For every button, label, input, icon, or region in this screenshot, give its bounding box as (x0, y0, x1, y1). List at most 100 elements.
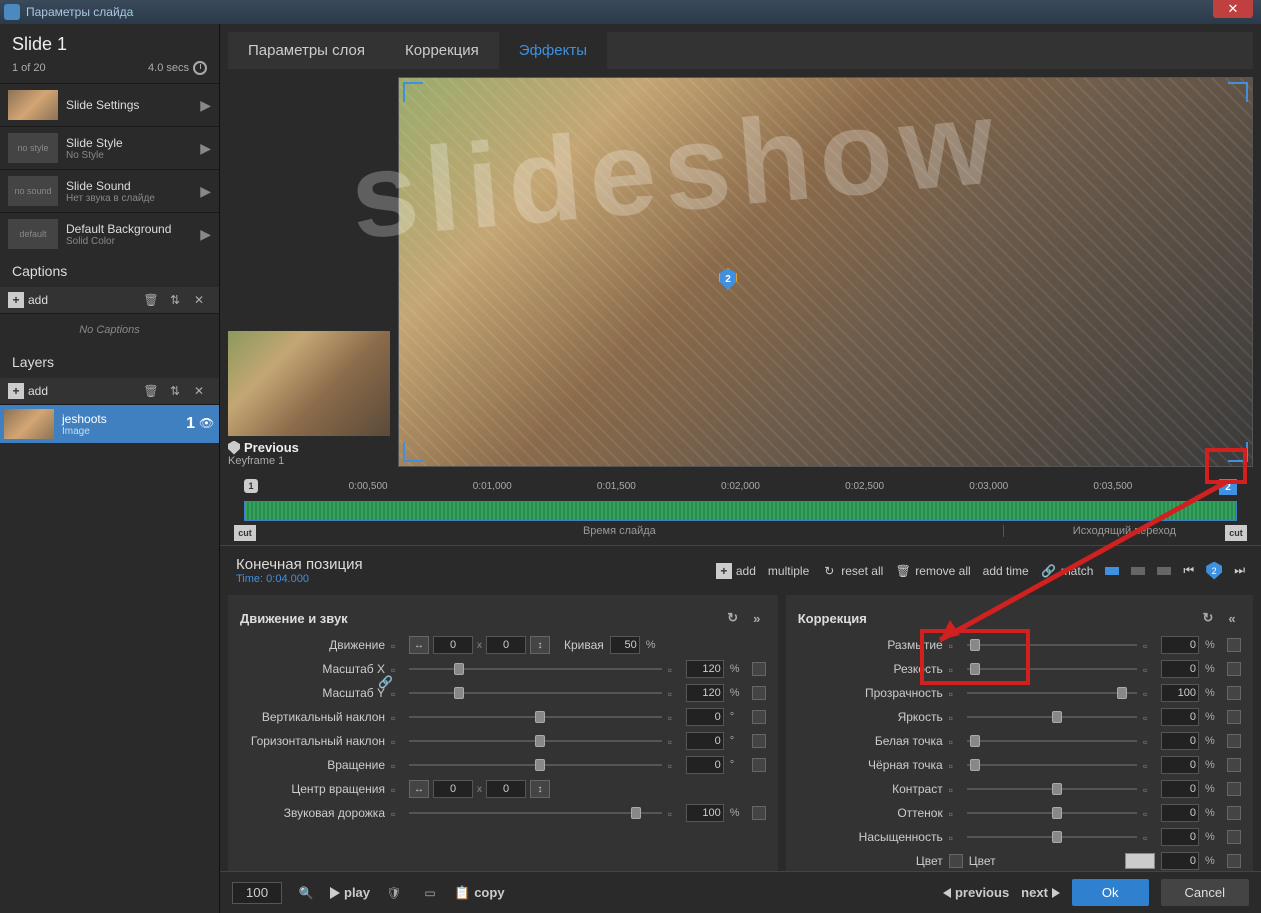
shield-icon[interactable]: 🛡 (385, 884, 403, 902)
move-v-icon[interactable]: ↕ (530, 780, 550, 798)
remove-all-button[interactable]: 🗑remove all (895, 563, 970, 579)
black-slider[interactable] (967, 757, 1137, 773)
trash-icon[interactable]: 🗑 (142, 382, 160, 400)
checkbox[interactable] (752, 662, 766, 676)
white-input[interactable] (1161, 732, 1199, 750)
segment-2[interactable] (1131, 567, 1145, 575)
cut-out-marker[interactable]: cut (1225, 525, 1247, 541)
color-input[interactable] (1161, 852, 1199, 870)
add-caption-button[interactable]: +add (8, 292, 48, 308)
segment-3[interactable] (1157, 567, 1171, 575)
sharpness-slider[interactable] (967, 661, 1137, 677)
saturation-input[interactable] (1161, 828, 1199, 846)
opacity-slider[interactable] (967, 685, 1137, 701)
brightness-slider[interactable] (967, 709, 1137, 725)
keyframe-thumb[interactable] (228, 331, 390, 436)
background-row[interactable]: default Default BackgroundSolid Color ▶ (0, 212, 219, 255)
ok-button[interactable]: Ok (1072, 879, 1149, 906)
start-marker[interactable]: 1 (244, 479, 258, 493)
tilt-v-input[interactable] (686, 708, 724, 726)
trash-icon[interactable]: 🗑 (142, 291, 160, 309)
slide-settings-row[interactable]: Slide Settings ▶ (0, 83, 219, 126)
copy-button[interactable]: 📋copy (454, 885, 505, 901)
checkbox[interactable] (752, 734, 766, 748)
slide-style-row[interactable]: no style Slide StyleNo Style ▶ (0, 126, 219, 169)
add-time-button[interactable]: add time (983, 564, 1029, 578)
audio-slider[interactable] (409, 805, 662, 821)
sort-icon[interactable]: ⇅ (166, 382, 184, 400)
scale-x-slider[interactable] (409, 661, 662, 677)
eye-icon[interactable]: 👁 (199, 416, 215, 432)
screen-icon[interactable]: ▭ (421, 884, 439, 902)
timeline-ruler[interactable]: 1 0:00,500 0:01,000 0:01,500 0:02,000 0:… (244, 483, 1237, 501)
next-kf-button[interactable]: ⏭ (1234, 563, 1245, 578)
checkbox[interactable] (752, 758, 766, 772)
lock-icon[interactable]: ▫ (668, 807, 680, 819)
collapse-icon[interactable]: « (1223, 609, 1241, 627)
movement-y-input[interactable] (486, 636, 526, 654)
lock-icon[interactable]: ▫ (668, 687, 680, 699)
zoom-input[interactable] (232, 882, 282, 904)
tab-effects[interactable]: Эффекты (499, 32, 607, 69)
refresh-icon[interactable]: ↻ (1199, 609, 1217, 627)
contrast-input[interactable] (1161, 780, 1199, 798)
tilt-h-slider[interactable] (409, 733, 662, 749)
lock-icon[interactable]: ▫ (668, 711, 680, 723)
color-chip[interactable] (1125, 853, 1155, 869)
match-button[interactable]: 🔗match (1041, 563, 1094, 579)
center-y-input[interactable] (486, 780, 526, 798)
checkbox[interactable] (752, 686, 766, 700)
lock-icon[interactable]: ▫ (391, 711, 403, 723)
segment-1[interactable] (1105, 567, 1119, 575)
play-button[interactable]: play (330, 885, 370, 900)
tilt-v-slider[interactable] (409, 709, 662, 725)
black-input[interactable] (1161, 756, 1199, 774)
preview-canvas[interactable]: 2 (398, 77, 1253, 467)
previous-button[interactable]: previous (943, 885, 1009, 900)
curve-input[interactable] (610, 636, 640, 654)
rotation-slider[interactable] (409, 757, 662, 773)
saturation-slider[interactable] (967, 829, 1137, 845)
end-marker[interactable]: 2 (1219, 479, 1237, 495)
prev-kf-button[interactable]: ⏮ (1183, 563, 1194, 578)
link-icon[interactable]: 🔗 (378, 675, 394, 691)
hue-slider[interactable] (967, 805, 1137, 821)
movement-x-input[interactable] (433, 636, 473, 654)
checkbox[interactable] (752, 806, 766, 820)
timeline-track[interactable] (244, 501, 1237, 521)
search-icon[interactable]: 🔍 (297, 884, 315, 902)
lock-icon[interactable]: ▫ (668, 735, 680, 747)
lock-icon[interactable]: ▫ (391, 663, 403, 675)
tilt-h-input[interactable] (686, 732, 724, 750)
lock-icon[interactable]: ▫ (391, 783, 403, 795)
cut-in-marker[interactable]: cut (234, 525, 256, 541)
sort-icon[interactable]: ⇅ (166, 291, 184, 309)
move-h-icon[interactable]: ↔ (409, 636, 429, 654)
multiple-button[interactable]: multiple (768, 564, 809, 578)
brightness-input[interactable] (1161, 708, 1199, 726)
scale-x-input[interactable] (686, 660, 724, 678)
layer-row[interactable]: jeshootsImage 1 👁 (0, 405, 219, 443)
add-layer-button[interactable]: +add (8, 383, 48, 399)
hue-input[interactable] (1161, 804, 1199, 822)
blur-input[interactable] (1161, 636, 1199, 654)
sharpness-input[interactable] (1161, 660, 1199, 678)
tab-layer-params[interactable]: Параметры слоя (228, 32, 385, 69)
add-keyframe-button[interactable]: +add (716, 563, 756, 579)
white-slider[interactable] (967, 733, 1137, 749)
lock-icon[interactable]: ▫ (668, 759, 680, 771)
contrast-slider[interactable] (967, 781, 1137, 797)
blur-slider[interactable] (967, 637, 1137, 653)
tools-icon[interactable]: ✕ (190, 382, 208, 400)
opacity-input[interactable] (1161, 684, 1199, 702)
checkbox[interactable] (752, 710, 766, 724)
rotation-input[interactable] (686, 756, 724, 774)
lock-icon[interactable]: ▫ (391, 639, 403, 651)
reset-all-button[interactable]: ↻reset all (821, 563, 883, 579)
lock-icon[interactable]: ▫ (391, 759, 403, 771)
audio-input[interactable] (686, 804, 724, 822)
scale-y-input[interactable] (686, 684, 724, 702)
lock-icon[interactable]: ▫ (391, 735, 403, 747)
expand-icon[interactable]: » (748, 609, 766, 627)
refresh-icon[interactable]: ↻ (724, 609, 742, 627)
